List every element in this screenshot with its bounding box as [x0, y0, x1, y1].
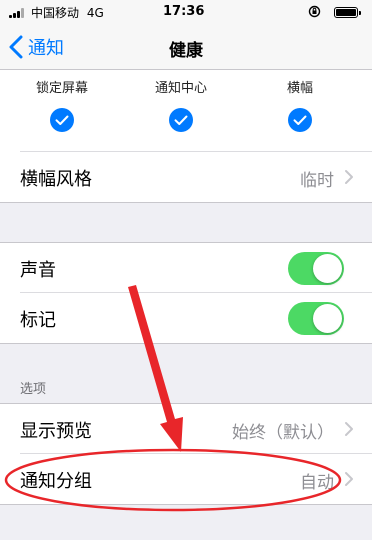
navigation-bar: 通知 健康 [0, 24, 372, 70]
carrier-info: 中国移动 4G [31, 4, 104, 21]
chevron-right-icon [345, 422, 353, 436]
banner-style-label: 横幅风格 [20, 169, 92, 190]
chevron-right-icon [345, 472, 353, 486]
carrier-name: 中国移动 [31, 6, 80, 20]
status-bar: 中国移动 4G 17:36 [0, 0, 372, 24]
badges-row: 标记 [0, 293, 372, 343]
alerts-options: 锁定屏幕 通知中心 横幅 [0, 70, 372, 152]
orientation-lock-icon [308, 5, 321, 18]
alert-banners[interactable]: 横幅 [245, 70, 355, 152]
show-previews-label: 显示预览 [20, 421, 92, 442]
banner-style-row[interactable]: 横幅风格 临时 [0, 152, 372, 202]
battery-icon [334, 7, 361, 18]
alert-label: 通知中心 [154, 81, 207, 96]
sound-label: 声音 [20, 260, 56, 281]
notification-grouping-row[interactable]: 通知分组 自动 [0, 454, 372, 504]
banner-style-value: 临时 [300, 171, 334, 191]
status-time: 17:36 [163, 4, 205, 19]
status-right-icons [308, 5, 361, 19]
badges-toggle[interactable] [288, 302, 344, 335]
show-previews-value: 始终（默认） [232, 423, 334, 443]
alert-label: 横幅 [286, 81, 313, 96]
sound-row: 声音 [0, 243, 372, 293]
divider [0, 343, 372, 344]
alert-lock-screen[interactable]: 锁定屏幕 [7, 70, 117, 152]
chevron-right-icon [345, 170, 353, 184]
checkmark-circle-icon [169, 108, 193, 132]
notification-grouping-label: 通知分组 [20, 471, 92, 492]
checkmark-circle-icon [50, 108, 74, 132]
divider [0, 504, 372, 505]
notification-grouping-value: 自动 [300, 473, 334, 493]
checkmark-circle-icon [288, 108, 312, 132]
show-previews-row[interactable]: 显示预览 始终（默认） [0, 404, 372, 454]
sound-toggle[interactable] [288, 252, 344, 285]
page-title: 健康 [169, 41, 203, 61]
alert-label: 锁定屏幕 [35, 81, 88, 96]
alert-notification-center[interactable]: 通知中心 [126, 70, 236, 152]
options-section-header: 选项 [20, 382, 47, 397]
badges-label: 标记 [20, 310, 56, 331]
signal-strength-icon [9, 8, 26, 18]
network-type: 4G [86, 6, 104, 20]
divider [0, 202, 372, 203]
